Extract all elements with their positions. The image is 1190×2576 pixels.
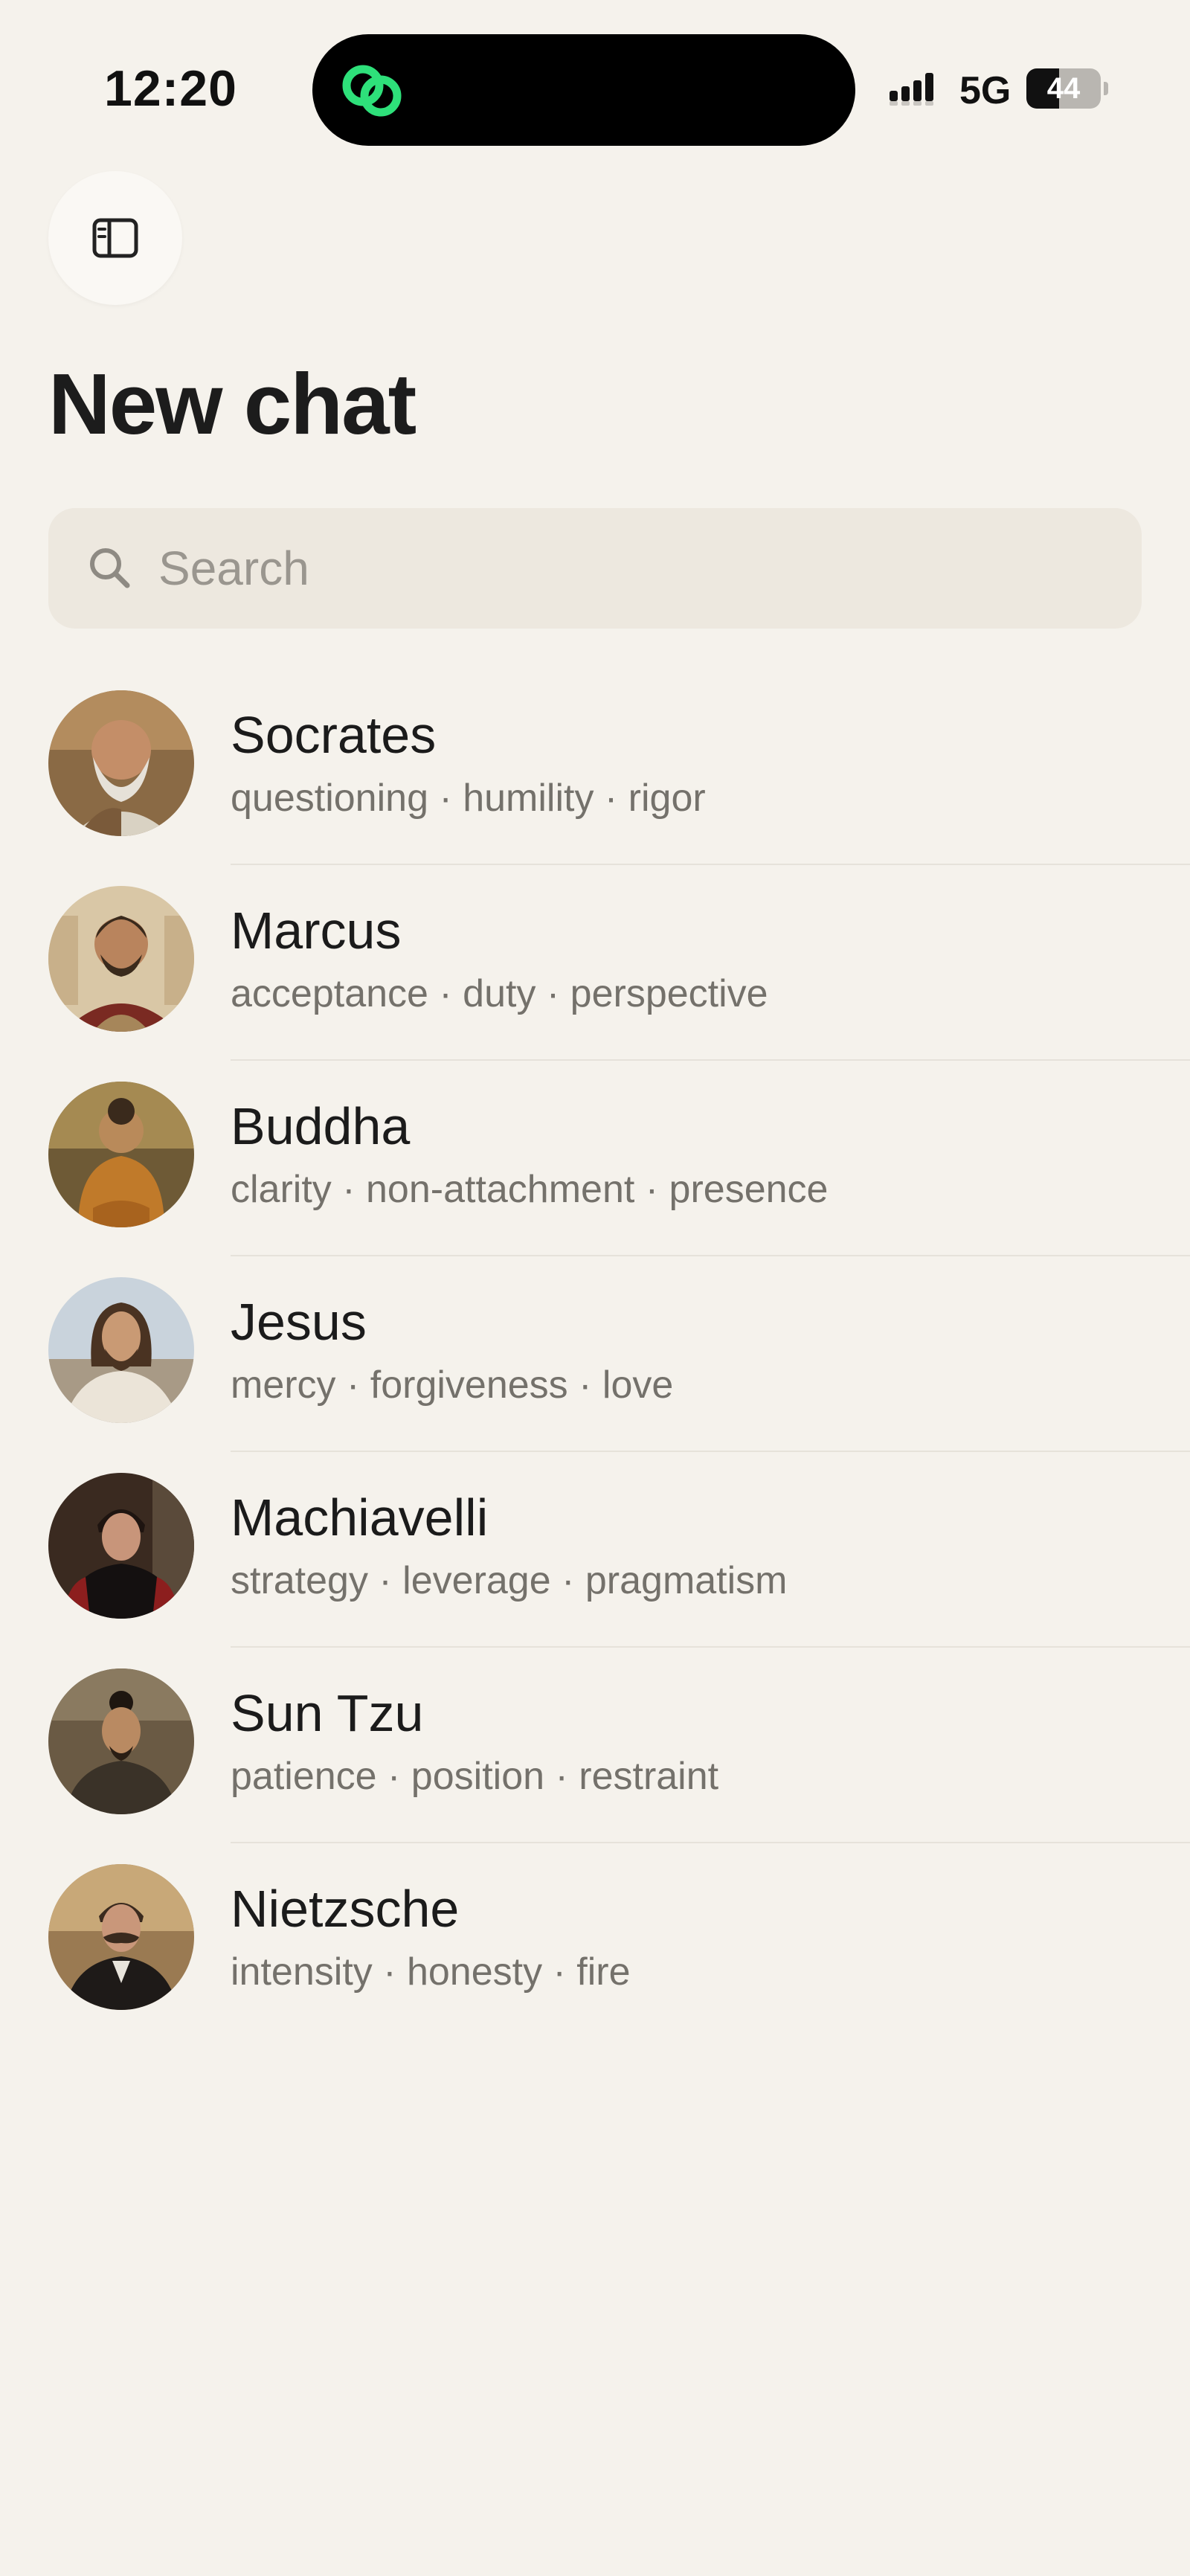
persona-row-jesus[interactable]: Jesus mercy · forgiveness · love bbox=[0, 1256, 1190, 1452]
persona-name: Sun Tzu bbox=[231, 1684, 424, 1742]
avatar-marcus bbox=[48, 886, 194, 1032]
avatar-jesus bbox=[48, 1277, 194, 1423]
status-bar: 12:20 5G 44 bbox=[0, 0, 1190, 171]
search-bar[interactable] bbox=[48, 508, 1142, 629]
link-app-icon bbox=[342, 65, 402, 117]
persona-name: Buddha bbox=[231, 1097, 411, 1155]
sidebar-toggle-button[interactable] bbox=[48, 171, 182, 305]
page-title: New chat bbox=[48, 356, 416, 452]
persona-traits: intensity · honesty · fire bbox=[231, 1950, 631, 1994]
persona-name: Socrates bbox=[231, 706, 437, 764]
persona-name: Marcus bbox=[231, 902, 402, 960]
search-icon bbox=[90, 548, 130, 588]
persona-row-marcus[interactable]: Marcus acceptance · duty · perspective bbox=[0, 865, 1190, 1061]
avatar-buddha bbox=[48, 1082, 194, 1227]
persona-row-nietzsche[interactable]: Nietzsche intensity · honesty · fire bbox=[0, 1843, 1190, 2039]
persona-traits: clarity · non-attachment · presence bbox=[231, 1168, 829, 1211]
avatar-sun-tzu bbox=[48, 1668, 194, 1814]
persona-name: Machiavelli bbox=[231, 1488, 489, 1546]
persona-row-sun-tzu[interactable]: Sun Tzu patience · position · restraint bbox=[0, 1648, 1190, 1843]
persona-traits: acceptance · duty · perspective bbox=[231, 972, 768, 1015]
avatar-nietzsche bbox=[48, 1864, 194, 2010]
status-time: 12:20 bbox=[104, 60, 237, 117]
persona-row-machiavelli[interactable]: Machiavelli strategy · leverage · pragma… bbox=[0, 1452, 1190, 1648]
persona-row-socrates[interactable]: Socrates questioning · humility · rigor bbox=[0, 669, 1190, 865]
persona-traits: strategy · leverage · pragmatism bbox=[231, 1559, 788, 1602]
search-input[interactable] bbox=[157, 530, 1112, 606]
persona-traits: patience · position · restraint bbox=[231, 1755, 719, 1798]
persona-row-buddha[interactable]: Buddha clarity · non-attachment · presen… bbox=[0, 1061, 1190, 1256]
cellular-signal-icon bbox=[890, 73, 933, 106]
sidebar-toggle-icon bbox=[92, 218, 138, 258]
persona-list: Socrates questioning · humility · rigor … bbox=[0, 669, 1190, 2039]
persona-name: Jesus bbox=[231, 1293, 367, 1351]
persona-traits: mercy · forgiveness · love bbox=[231, 1364, 674, 1407]
avatar-machiavelli bbox=[48, 1473, 194, 1619]
persona-traits: questioning · humility · rigor bbox=[231, 777, 706, 820]
battery-icon: 44 bbox=[1026, 68, 1108, 109]
dynamic-island bbox=[312, 34, 855, 146]
avatar-socrates bbox=[48, 690, 194, 836]
battery-level: 44 bbox=[1046, 72, 1081, 105]
persona-name: Nietzsche bbox=[231, 1880, 460, 1938]
network-type: 5G bbox=[959, 69, 1012, 112]
